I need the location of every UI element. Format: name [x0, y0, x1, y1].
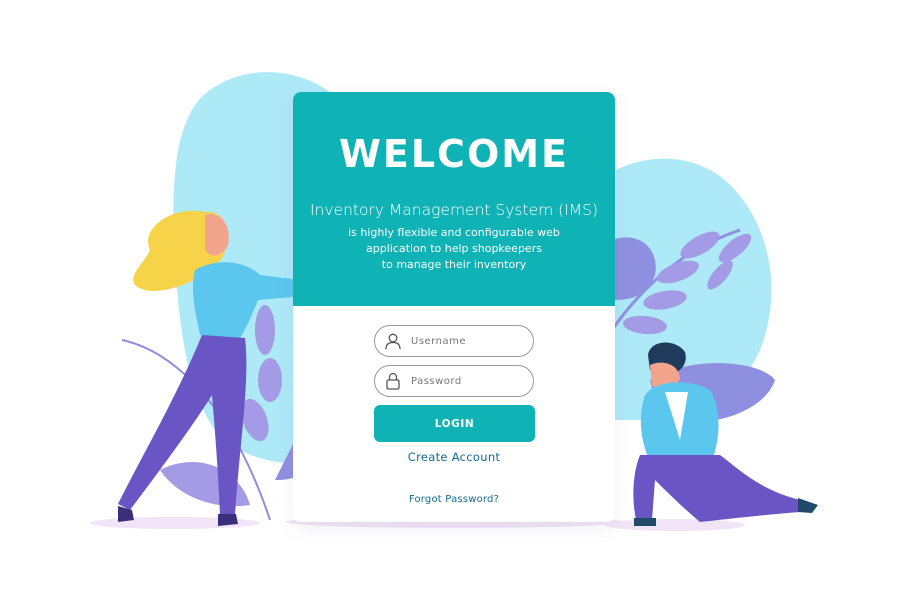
- description-line: to manage their inventory: [381, 258, 527, 271]
- create-account-link[interactable]: Create Account: [293, 450, 615, 464]
- user-icon: [385, 333, 401, 350]
- password-input[interactable]: [411, 366, 526, 396]
- lock-icon: [386, 372, 400, 390]
- forgot-password-link[interactable]: Forgot Password?: [293, 494, 615, 505]
- login-card: WELCOME Inventory Management System (IMS…: [293, 92, 615, 522]
- app-subtitle: Inventory Management System (IMS): [309, 201, 599, 219]
- ground-shadow-right: [605, 519, 745, 531]
- description-line: is highly flexible and configurable web: [348, 226, 560, 239]
- username-input[interactable]: [411, 326, 526, 356]
- description-line: application to help shopkeepers: [366, 242, 542, 255]
- password-field[interactable]: [374, 365, 534, 397]
- welcome-header: WELCOME Inventory Management System (IMS…: [293, 92, 615, 306]
- username-field[interactable]: [374, 325, 534, 357]
- login-button[interactable]: LOGIN: [374, 405, 535, 442]
- app-description: is highly flexible and configurable web …: [333, 225, 575, 273]
- page-title: WELCOME: [338, 132, 570, 176]
